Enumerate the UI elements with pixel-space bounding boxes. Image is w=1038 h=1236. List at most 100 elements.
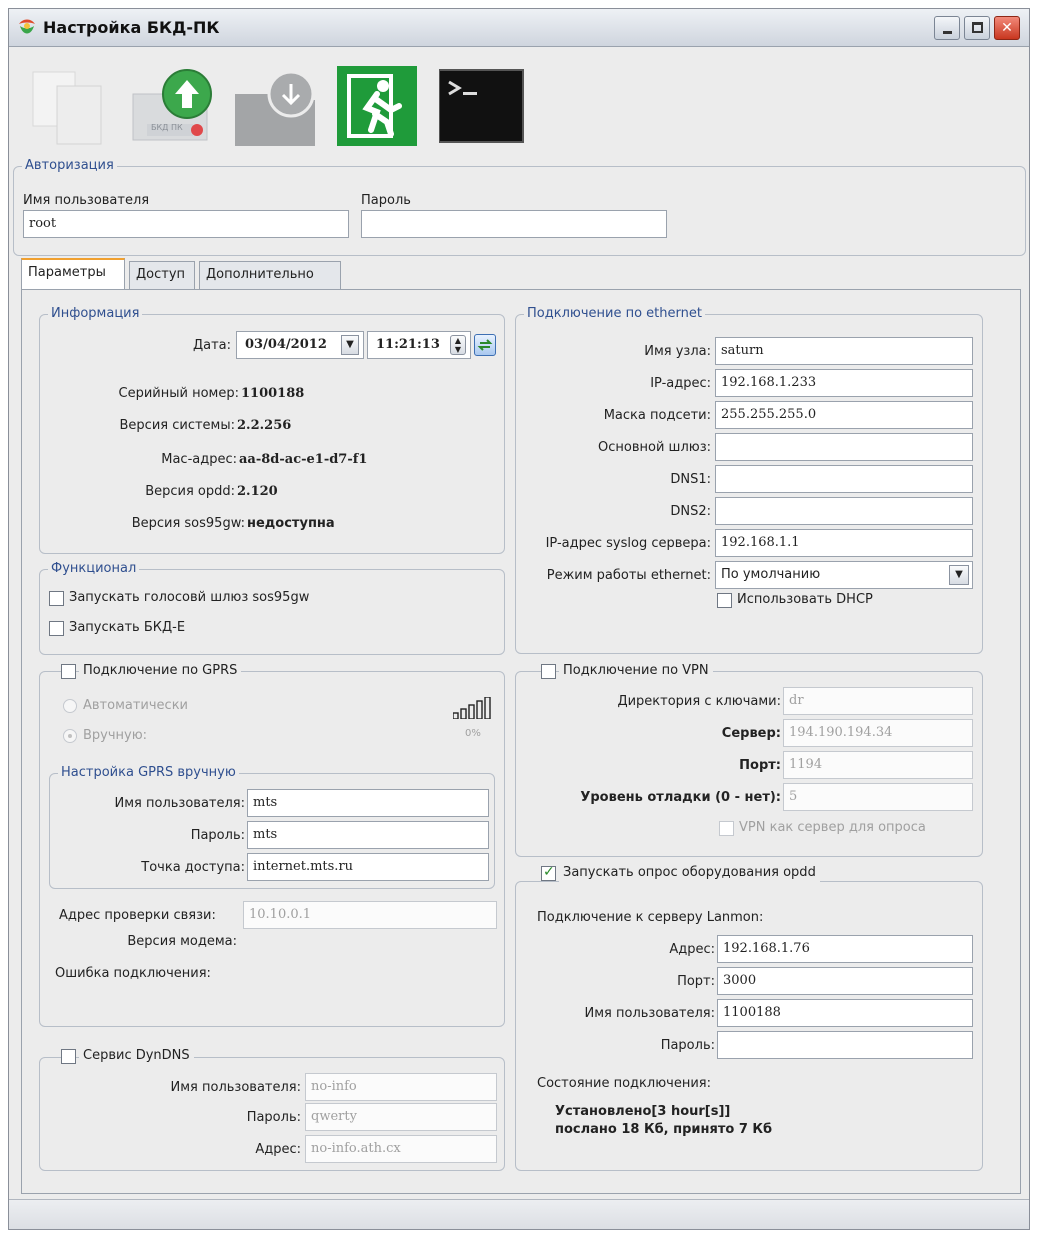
sync-time-button[interactable] [474, 334, 496, 356]
opdd-user-input[interactable]: 1100188 [717, 999, 973, 1027]
opdd-version-label: Версия opdd: [145, 484, 235, 499]
signal-strength-icon [453, 697, 491, 719]
terminal-button[interactable] [438, 64, 529, 146]
func-group: Функционал [39, 561, 505, 655]
run-bkd-checkbox[interactable] [49, 621, 64, 636]
gprs-user-label: Имя пользователя: [114, 796, 245, 811]
password-label: Пароль [361, 193, 411, 208]
gprs-auto-radio[interactable] [63, 699, 77, 713]
ethernet-mode-label: Режим работы ethernet: [546, 568, 711, 583]
documents-icon [32, 71, 102, 145]
date-label: Дата: [192, 338, 231, 353]
tab-advanced[interactable]: Дополнительно [199, 261, 341, 289]
opdd-pass-input[interactable] [717, 1031, 973, 1059]
host-input[interactable]: saturn [715, 337, 973, 365]
title-bar: Настройка БКД-ПК ✕ [9, 9, 1029, 47]
gprs-pass-label: Пароль: [190, 828, 245, 843]
dns2-input[interactable] [715, 497, 973, 525]
gateway-label: Основной шлюз: [598, 440, 711, 455]
modem-version-label: Версия модема: [127, 934, 237, 949]
opdd-port-label: Порт: [677, 974, 715, 989]
check-addr-input[interactable]: 10.10.0.1 [243, 901, 497, 929]
maximize-button[interactable] [964, 16, 990, 40]
func-legend: Функционал [48, 561, 140, 577]
spinner-arrows-icon[interactable]: ▲ ▼ [450, 335, 466, 355]
time-spinner[interactable]: 11:21:13 ▲ ▼ [367, 331, 471, 359]
minimize-button[interactable] [934, 16, 960, 40]
username-input[interactable]: root [23, 210, 349, 238]
run-bkd-label: Запускать БКД-Е [69, 620, 186, 635]
ethernet-legend: Подключение по ethernet [524, 306, 705, 322]
mac-value: aa-8d-ac-e1-d7-f1 [239, 452, 368, 467]
opdd-user-label: Имя пользователя: [584, 1006, 715, 1021]
date-value: 03/04/2012 [245, 337, 327, 352]
vpn-as-server-checkbox[interactable] [719, 821, 734, 836]
gprs-manual-radio[interactable] [63, 729, 77, 743]
vpn-legend: Подключение по VPN [559, 662, 713, 680]
vpn-checkbox[interactable] [541, 664, 556, 679]
opdd-addr-input[interactable]: 192.168.1.76 [717, 935, 973, 963]
opdd-pass-label: Пароль: [660, 1038, 715, 1053]
dhcp-label: Использовать DHCP [737, 592, 873, 607]
tab-parameters[interactable]: Параметры [21, 258, 125, 289]
lanmon-header: Подключение к серверу Lanmon: [537, 910, 764, 925]
tab-access[interactable]: Доступ [129, 261, 195, 289]
gprs-apn-input[interactable]: internet.mts.ru [247, 853, 489, 881]
opdd-legend: Запускать опрос оборудования opdd [559, 864, 820, 882]
vpn-debug-input[interactable]: 5 [783, 783, 973, 811]
vpn-as-server-label: VPN как сервер для опроса [739, 820, 926, 835]
ip-input[interactable]: 192.168.1.233 [715, 369, 973, 397]
ethernet-mode-select[interactable]: По умолчанию ▼ [715, 561, 973, 589]
vpn-port-label: Порт: [739, 758, 781, 773]
exit-button[interactable] [337, 64, 427, 146]
run-gateway-checkbox[interactable] [49, 591, 64, 606]
gprs-manual-label: Вручную: [83, 728, 148, 743]
dns1-input[interactable] [715, 465, 973, 493]
main-window: Настройка БКД-ПК ✕ БКД ПК Авторизация Им… [8, 8, 1030, 1230]
ethernet-mode-value: По умолчанию [721, 567, 821, 582]
upload-icon [132, 69, 212, 141]
chevron-down-icon[interactable]: ▼ [341, 335, 359, 355]
window-title: Настройка БКД-ПК [43, 18, 220, 37]
syslog-input[interactable]: 192.168.1.1 [715, 529, 973, 557]
dyndns-addr-label: Адрес: [255, 1142, 301, 1157]
opdd-checkbox[interactable] [541, 864, 556, 881]
run-gateway-label: Запускать голосовй шлюз sos95gw [69, 590, 310, 605]
gprs-legend: Подключение по GPRS [79, 662, 242, 680]
upload-config-button[interactable]: БКД ПК [127, 64, 217, 146]
dyndns-user-input[interactable]: no-info [305, 1073, 497, 1101]
download-icon [235, 70, 315, 146]
password-input[interactable] [361, 210, 667, 238]
gprs-user-input[interactable]: mts [247, 789, 489, 817]
mask-input[interactable]: 255.255.255.0 [715, 401, 973, 429]
terminal-icon [438, 69, 524, 143]
sos-version-value: недоступна [247, 516, 335, 531]
vpn-server-input[interactable]: 194.190.194.34 [783, 719, 973, 747]
gprs-checkbox[interactable] [61, 664, 76, 679]
dyndns-user-label: Имя пользователя: [170, 1080, 301, 1095]
chevron-down-icon[interactable]: ▼ [949, 565, 969, 585]
opdd-port-input[interactable]: 3000 [717, 967, 973, 995]
new-config-button[interactable] [23, 64, 113, 146]
vpn-port-input[interactable]: 1194 [783, 751, 973, 779]
dyndns-pass-input[interactable]: qwerty [305, 1103, 497, 1131]
mask-label: Маска подсети: [603, 408, 711, 423]
vpn-dir-label: Директория с ключами: [617, 694, 781, 709]
toolbar: БКД ПК [9, 48, 1029, 158]
close-button[interactable]: ✕ [994, 16, 1020, 40]
gateway-input[interactable] [715, 433, 973, 461]
gprs-pass-input[interactable]: mts [247, 821, 489, 849]
gprs-auto-label: Автоматически [83, 698, 189, 713]
vpn-dir-input[interactable]: dr [783, 687, 973, 715]
upload-icon-caption: БКД ПК [151, 123, 183, 132]
dyndns-checkbox[interactable] [61, 1049, 76, 1064]
close-icon: ✕ [1001, 20, 1013, 36]
download-config-button[interactable] [231, 64, 321, 146]
maximize-icon [972, 22, 983, 33]
dyndns-addr-input[interactable]: no-info.ath.cx [305, 1135, 497, 1163]
date-picker[interactable]: 03/04/2012 ▼ [236, 331, 364, 359]
vpn-server-label: Сервер: [721, 726, 781, 741]
dhcp-checkbox[interactable] [717, 593, 732, 608]
dns1-label: DNS1: [670, 472, 711, 487]
syslog-label: IP-адрес syslog сервера: [545, 536, 711, 551]
